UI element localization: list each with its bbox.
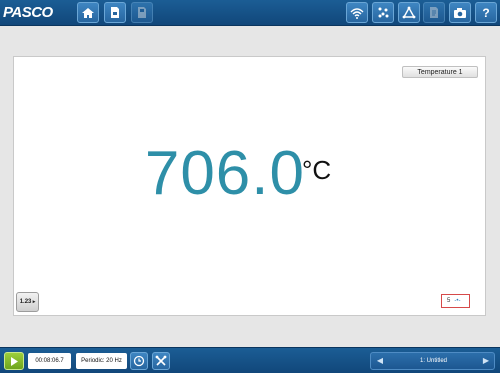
chevron-right-icon: ▶: [482, 356, 490, 365]
timer-icon: [133, 355, 145, 367]
tools-icon: [155, 355, 167, 366]
home-icon: [82, 7, 94, 18]
snapshot-button[interactable]: [449, 2, 471, 23]
next-page-button[interactable]: ▶: [478, 353, 494, 369]
page-navigator: ◀ 1: Untitled ▶: [370, 352, 495, 370]
measurement-unit: °C: [302, 155, 332, 185]
camera-icon: [454, 7, 466, 18]
range-value: 5: [447, 298, 451, 304]
calculator-button[interactable]: [398, 2, 420, 23]
chevron-left-icon: ◀: [376, 356, 384, 365]
adjust-icon: -•-: [454, 298, 461, 304]
previous-page-button[interactable]: ◀: [372, 353, 388, 369]
sensor-select-button[interactable]: Temperature 1: [402, 66, 478, 78]
save-icon: [138, 7, 146, 18]
page-title[interactable]: 1: Untitled: [389, 353, 478, 369]
start-button[interactable]: [4, 352, 24, 370]
file-icon: [111, 7, 119, 18]
sensor-points-icon: [378, 7, 388, 18]
bottom-control-bar: 00:08:06.7 Periodic: 20 Hz ◀ 1: Untitled…: [0, 347, 500, 373]
elapsed-time-display: 00:08:06.7: [28, 353, 71, 369]
help-button[interactable]: ?: [475, 2, 497, 23]
save-button[interactable]: [131, 2, 153, 23]
recording-conditions-button[interactable]: [130, 352, 148, 370]
number-format-button[interactable]: 1.23 ▸: [16, 292, 39, 312]
data-summary-button[interactable]: [372, 2, 394, 23]
play-icon: [11, 356, 18, 366]
open-file-button[interactable]: [104, 2, 126, 23]
tools-button[interactable]: [152, 352, 170, 370]
sampling-rate-select[interactable]: Periodic: 20 Hz: [76, 353, 127, 369]
wireless-icon: [350, 7, 364, 19]
calculator-icon: [402, 6, 416, 19]
range-indicator[interactable]: 5 -•-: [441, 294, 470, 308]
hardware-setup-button[interactable]: [346, 2, 368, 23]
caret-icon: ▸: [31, 299, 36, 305]
number-format-label: 1.23: [19, 299, 32, 305]
home-button[interactable]: [77, 2, 99, 23]
pasco-logo: PASCO: [3, 4, 53, 21]
journal-button[interactable]: [423, 2, 445, 23]
measurement-value: 706.0: [144, 139, 305, 208]
help-icon: ?: [482, 5, 490, 20]
top-toolbar: PASCO ?: [0, 0, 500, 26]
journal-icon: [430, 7, 438, 18]
